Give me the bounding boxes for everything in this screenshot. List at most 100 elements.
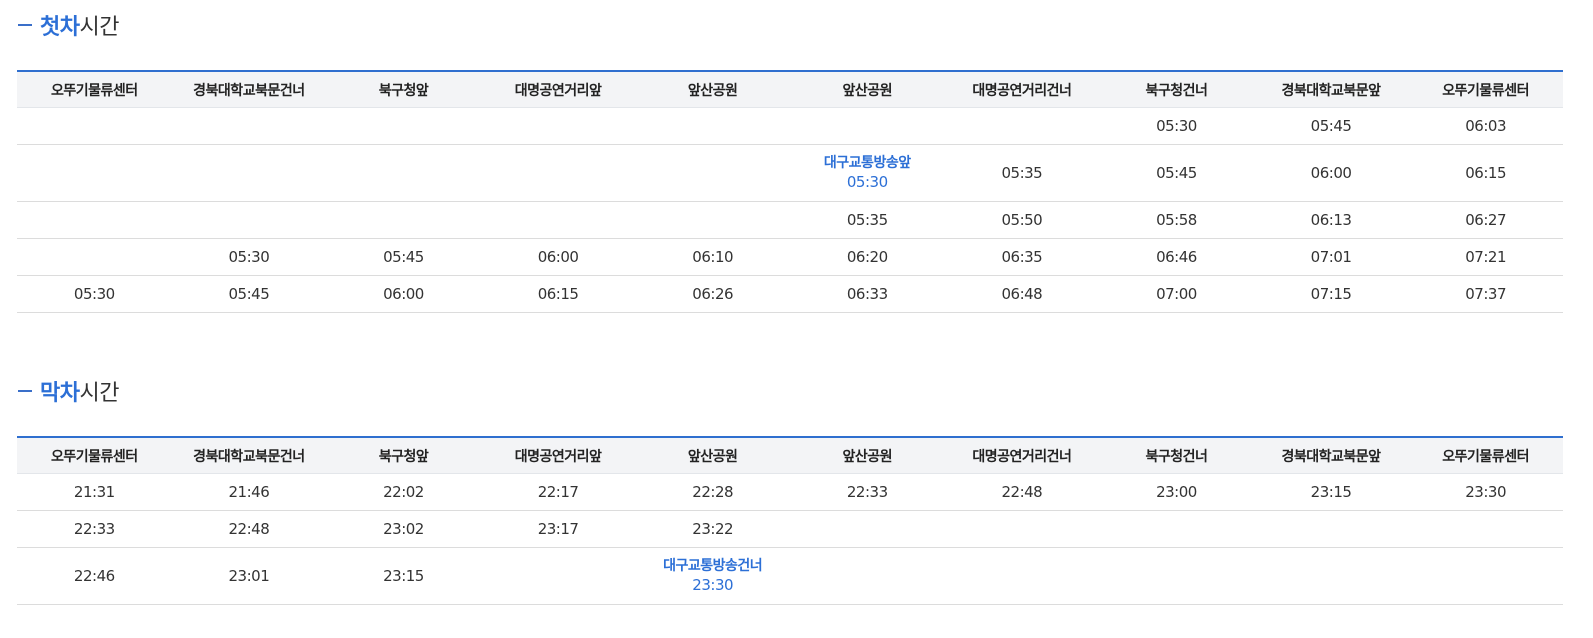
time-cell: 06:46 [1156, 248, 1197, 266]
time-cell [635, 108, 790, 144]
time-cell: 23:15 [383, 567, 424, 585]
last-bus-title-rest: 시간 [79, 381, 119, 406]
table-row: 22:33 22:48 23:02 23:17 23:22 [17, 511, 1563, 548]
table-row: 대구교통방송앞 05:30 05:35 05:45 06:00 06:15 [17, 145, 1563, 202]
time-cell: 05:45 [228, 285, 270, 303]
table-row: 05:30 05:45 06:00 06:10 06:20 06:35 06:46 07:01… [17, 239, 1563, 276]
first-bus-title: 첫차 시간 [18, 11, 119, 40]
note-time: 05:30 [846, 173, 888, 191]
time-cell [17, 239, 172, 275]
time-cell: 06:27 [1465, 211, 1506, 229]
note-time: 23:30 [692, 576, 734, 594]
time-cell [17, 145, 172, 201]
time-cell [172, 202, 327, 238]
stop-note: 대구교통방송건너 [663, 558, 763, 574]
time-cell: 05:35 [846, 211, 888, 229]
last-bus-title: 막차 시간 [18, 377, 119, 406]
last-bus-table: 오뚜기물류센터 경북대학교북문건너 북구청앞 대명공연거리앞 앞산공원 앞산공원 대명공연거… [17, 436, 1563, 605]
table-header-row: 오뚜기물류센터 경북대학교북문건너 북구청앞 대명공연거리앞 앞산공원 앞산공원 대명공연거… [17, 438, 1563, 474]
time-cell: 06:00 [383, 285, 424, 303]
header-cell: 앞산공원 [842, 448, 893, 465]
title-dash-icon [18, 24, 32, 26]
time-cell [172, 108, 327, 144]
time-cell: 22:46 [73, 567, 115, 585]
time-cell [635, 202, 790, 238]
time-cell: 23:02 [383, 520, 424, 538]
time-cell [1099, 548, 1254, 604]
time-cell: 07:15 [1310, 285, 1352, 303]
time-cell: 05:30 [1156, 117, 1197, 135]
time-cell: 23:22 [692, 520, 734, 538]
header-cell: 오뚜기물류센터 [50, 82, 138, 99]
time-cell: 05:45 [1310, 117, 1352, 135]
title-dash-icon [18, 390, 32, 392]
table-row: 22:46 23:01 23:15 대구교통방송건너 23:30 [17, 548, 1563, 605]
time-cell [481, 202, 636, 238]
header-cell: 경북대학교북문건너 [193, 448, 305, 465]
time-cell [17, 108, 172, 144]
header-cell: 북구청앞 [378, 82, 429, 99]
time-cell [326, 202, 481, 238]
time-cell: 23:30 [1465, 483, 1506, 501]
header-cell: 경북대학교북문건너 [193, 82, 305, 99]
table-header-row: 오뚜기물류센터 경북대학교북문건너 북구청앞 대명공연거리앞 앞산공원 앞산공원 대명공연거… [17, 72, 1563, 108]
time-cell: 22:17 [537, 483, 579, 501]
time-cell: 07:21 [1465, 248, 1506, 266]
time-cell [326, 108, 481, 144]
time-cell [790, 511, 945, 547]
time-cell: 23:17 [537, 520, 579, 538]
header-cell: 대명공연거리앞 [514, 448, 602, 465]
time-cell: 21:31 [73, 483, 115, 501]
table-row: 21:31 21:46 22:02 22:17 22:28 22:33 22:48 23:00… [17, 474, 1563, 511]
time-cell: 23:01 [228, 567, 270, 585]
header-cell: 대명공연거리앞 [514, 82, 602, 99]
time-cell [17, 202, 172, 238]
time-cell [481, 145, 636, 201]
time-cell: 06:15 [1465, 164, 1506, 182]
time-cell [1099, 511, 1254, 547]
time-cell: 06:26 [692, 285, 734, 303]
time-cell [635, 145, 790, 201]
time-cell [945, 108, 1100, 144]
time-cell: 07:00 [1156, 285, 1197, 303]
header-cell: 오뚜기물류센터 [1442, 448, 1529, 465]
time-cell: 06:15 [537, 285, 579, 303]
time-cell [1408, 511, 1563, 547]
time-cell [790, 108, 945, 144]
time-cell [1254, 511, 1409, 547]
header-cell: 오뚜기물류센터 [50, 448, 138, 465]
time-cell: 06:10 [692, 248, 734, 266]
stop-note: 대구교통방송앞 [823, 155, 911, 171]
time-cell: 21:46 [228, 483, 270, 501]
header-cell: 오뚜기물류센터 [1442, 82, 1529, 99]
time-cell [1408, 548, 1563, 604]
time-cell: 06:00 [537, 248, 579, 266]
table-row: 05:30 05:45 06:00 06:15 06:26 06:33 06:48 07:00… [17, 276, 1563, 313]
page: 첫차 시간 오뚜기물류센터 경북대학교북문건너 북구청앞 대명공연거리앞 앞산공원 앞산공… [0, 0, 1593, 638]
time-cell: 05:30 [228, 248, 270, 266]
header-cell: 북구청건너 [1145, 82, 1208, 99]
time-cell: 22:33 [846, 483, 888, 501]
time-cell [945, 548, 1100, 604]
time-cell-with-note: 대구교통방송앞 05:30 [790, 145, 945, 201]
time-cell: 06:13 [1310, 211, 1352, 229]
time-cell: 23:15 [1310, 483, 1352, 501]
time-cell: 23:00 [1156, 483, 1197, 501]
time-cell: 22:28 [692, 483, 734, 501]
header-cell: 대명공연거리건너 [972, 82, 1072, 99]
header-cell: 북구청앞 [378, 448, 429, 465]
time-cell: 05:35 [1001, 164, 1043, 182]
time-cell [790, 548, 945, 604]
header-cell: 대명공연거리건너 [972, 448, 1072, 465]
table-row: 05:35 05:50 05:58 06:13 06:27 [17, 202, 1563, 239]
last-bus-title-accent: 막차 [40, 381, 80, 406]
time-cell-with-note: 대구교통방송건너 23:30 [635, 548, 790, 604]
time-cell: 22:48 [228, 520, 270, 538]
time-cell: 06:33 [846, 285, 888, 303]
time-cell: 07:01 [1310, 248, 1352, 266]
header-cell: 앞산공원 [687, 82, 738, 99]
time-cell: 06:03 [1465, 117, 1506, 135]
time-cell: 07:37 [1465, 285, 1506, 303]
time-cell [481, 548, 636, 604]
time-cell [945, 511, 1100, 547]
